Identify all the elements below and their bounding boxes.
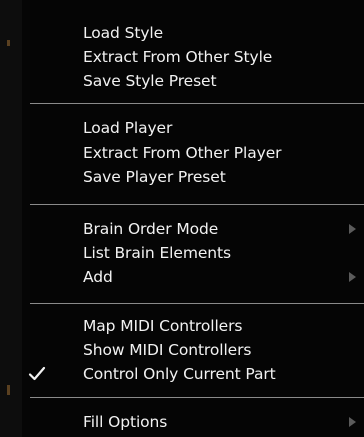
menu-item-label: Map MIDI Controllers [83, 317, 243, 335]
chevron-right-icon [349, 224, 356, 234]
menu-item-label: Extract From Other Style [83, 48, 273, 66]
menu-item-label: List Brain Elements [83, 244, 231, 262]
menu-item-extract-from-other-style[interactable]: Extract From Other Style [22, 45, 364, 69]
menu-item-add[interactable]: Add [22, 265, 364, 289]
menu-item-load-player[interactable]: Load Player [22, 116, 364, 140]
chevron-right-icon [349, 272, 356, 282]
menu-separator [30, 103, 364, 104]
menu-item-label: Brain Order Mode [83, 220, 219, 238]
menu-separator [30, 204, 364, 205]
background-edge-mark [7, 40, 10, 46]
menu-separator [30, 397, 364, 398]
menu-item-load-style[interactable]: Load Style [22, 21, 364, 45]
menu-item-extract-from-other-player[interactable]: Extract From Other Player [22, 141, 364, 165]
chevron-right-icon [349, 417, 356, 427]
menu-item-label: Load Player [83, 119, 173, 137]
menu-item-label: Extract From Other Player [83, 144, 282, 162]
menu-item-list-brain-elements[interactable]: List Brain Elements [22, 241, 364, 265]
menu-item-save-player-preset[interactable]: Save Player Preset [22, 165, 364, 189]
menu-item-control-only-current-part[interactable]: Control Only Current Part [22, 362, 364, 386]
menu-item-map-midi-controllers[interactable]: Map MIDI Controllers [22, 314, 364, 338]
menu-item-label: Add [83, 268, 113, 286]
menu-item-label: Save Player Preset [83, 168, 226, 186]
background-edge-mark [7, 385, 10, 395]
menu-item-label: Save Style Preset [83, 72, 217, 90]
menu-item-fill-options[interactable]: Fill Options [22, 410, 364, 434]
menu-item-label: Show MIDI Controllers [83, 341, 252, 359]
menu-item-label: Load Style [83, 24, 164, 42]
background-window-edge [0, 0, 22, 437]
menu-item-brain-order-mode[interactable]: Brain Order Mode [22, 217, 364, 241]
menu-item-save-style-preset[interactable]: Save Style Preset [22, 69, 364, 93]
menu-item-label: Control Only Current Part [83, 365, 276, 383]
menu-item-show-midi-controllers[interactable]: Show MIDI Controllers [22, 338, 364, 362]
menu-separator [30, 303, 364, 304]
context-menu: Load Style Extract From Other Style Save… [22, 0, 364, 437]
check-icon [28, 366, 46, 381]
menu-item-label: Fill Options [83, 413, 168, 431]
